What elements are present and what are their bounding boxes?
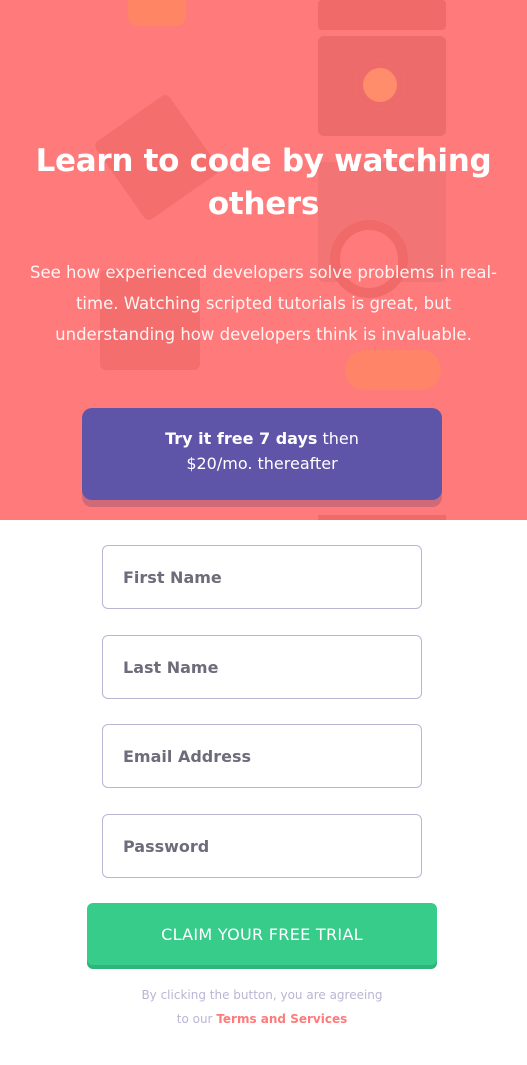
offer-line: Try it free 7 days then (82, 428, 442, 450)
terms-notice: By clicking the button, you are agreeing… (87, 983, 437, 1031)
key-icon (345, 350, 441, 390)
offer-price: $20/mo. thereafter (186, 454, 338, 473)
decorative-tab-shape (128, 0, 186, 26)
offer-banner: Try it free 7 days then $20/mo. thereaft… (82, 408, 442, 500)
terms-prefix: to our (176, 1012, 217, 1026)
decorative-folder-shape (318, 0, 446, 30)
last-name-field[interactable] (102, 635, 422, 699)
page-title: Learn to code by watching others (35, 143, 492, 222)
email-field[interactable] (102, 724, 422, 788)
terms-link[interactable]: Terms and Services (216, 1012, 347, 1026)
claim-trial-button[interactable]: CLAIM YOUR FREE TRIAL (87, 903, 437, 965)
terms-line-2: to our Terms and Services (87, 1007, 437, 1031)
first-name-field[interactable] (102, 545, 422, 609)
gear-icon (355, 60, 405, 110)
hero-section: Learn to code by watching others See how… (0, 0, 527, 520)
decorative-strip (318, 515, 446, 520)
terms-line-1: By clicking the button, you are agreeing (141, 988, 383, 1002)
offer-rest: then (317, 429, 359, 448)
hero-description: See how experienced developers solve pro… (30, 263, 498, 344)
password-field[interactable] (102, 814, 422, 878)
offer-highlight: Try it free 7 days (165, 429, 318, 448)
